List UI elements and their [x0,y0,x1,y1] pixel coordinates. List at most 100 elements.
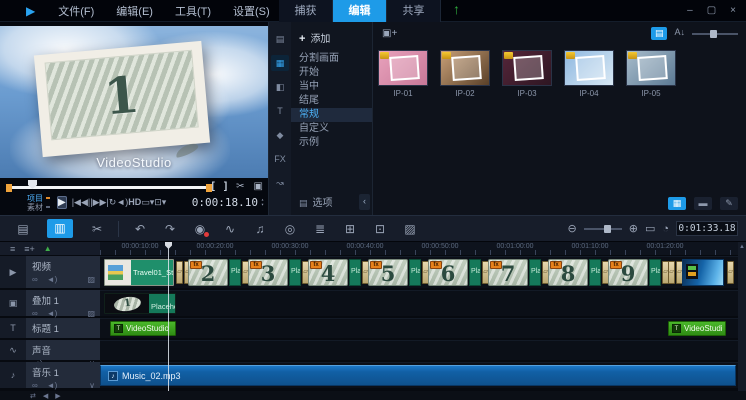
category-item[interactable]: 示例 [291,136,372,150]
thumbnail-size-slider[interactable] [692,33,738,35]
show-library-toggle[interactable]: ▦ [668,197,686,210]
auto-music-icon[interactable]: ♫ [245,219,275,239]
track-header-music[interactable]: ♪ 音乐 1∞◄)∨ [0,362,100,388]
previous-frame-button[interactable]: ◀| [81,197,90,207]
title-track-lane[interactable]: T VideoStudio T VideoStudio [100,318,738,338]
library-nav-graphic[interactable]: ◆ [271,127,289,143]
image-clip[interactable]: fx2 [188,259,228,286]
placeholder-strip[interactable]: Placeholder [469,259,481,286]
template-thumbnail[interactable]: IP-05 [626,50,676,98]
library-nav-instant-project[interactable]: ▦ [271,55,289,71]
image-clip[interactable]: fx4 [308,259,348,286]
preview-options-button[interactable]: ⊡▾ [154,197,166,207]
project-duration-timecode[interactable]: 0:01:33.18 [676,221,738,236]
ending-clip[interactable] [682,259,724,286]
vertical-scrollbar[interactable]: ▲ [738,242,746,391]
placeholder-strip[interactable]: Placeholder [289,259,301,286]
music-track-lane[interactable]: ♪ Music_02.mp3 [100,362,738,388]
show-options-toggle[interactable]: ▬ [694,197,712,210]
split-clip-icon[interactable]: ✂ [236,181,244,192]
track-waveform-icon[interactable]: ∨ [89,381,95,390]
maximize-button[interactable]: ▢ [707,0,716,22]
transition-icon[interactable]: ▱ [668,261,675,284]
mark-in-icon[interactable]: [ [211,181,214,192]
multi-trim-icon[interactable]: ✂ [82,219,112,239]
track-header-voice[interactable]: ∿ 声音◄)∨ [0,340,100,360]
menu-settings[interactable]: 设置(S) [222,3,281,19]
subtitle-editor-icon[interactable]: ≣ [305,219,335,239]
image-clip[interactable]: fx7 [488,259,528,286]
go-end-button[interactable]: ▶| [100,197,109,207]
menu-edit[interactable]: 编辑(E) [105,3,164,19]
library-nav-filter[interactable]: FX [271,151,289,167]
category-item[interactable]: 自定义 [291,122,372,136]
add-folder-icon[interactable]: ▣+ [382,28,397,39]
zoom-out-icon[interactable]: ⊖ [568,222,577,235]
trim-bar[interactable] [6,183,212,192]
redo-icon[interactable]: ↷ [155,219,185,239]
options-button[interactable]: ▤选项 [299,194,333,209]
template-thumbnail[interactable]: IP-01 [378,50,428,98]
voice-track-lane[interactable] [100,340,738,360]
library-nav-transition[interactable]: ◧ [271,79,289,95]
hd-preview-button[interactable]: HD [128,197,141,207]
track-transparency-icon[interactable]: ⊡ [365,219,395,239]
intro-clip[interactable]: Travel01_Start [104,259,174,286]
upgrade-arrow-icon[interactable]: ↑ [453,1,460,17]
undo-icon[interactable]: ↶ [125,219,155,239]
overlay-clip[interactable]: 1 Placeholder [104,293,176,314]
image-clip[interactable]: fx3 [248,259,288,286]
track-link-icon[interactable]: ∞ [32,309,38,318]
music-clip[interactable]: ♪ Music_02.mp3 [100,365,736,386]
ripple-edit-icon[interactable]: ▲ [44,244,52,253]
storyboard-view-icon[interactable]: ▤ [8,219,38,239]
transition-icon[interactable]: ▱ [176,261,183,284]
placeholder-strip[interactable]: Placeholder [409,259,421,286]
placeholder-strip[interactable]: Placeholder [649,259,661,286]
trim-bar-track[interactable] [11,186,207,189]
enlarge-preview-icon[interactable]: ▣ [254,181,263,192]
category-item[interactable]: 常规 [291,108,372,122]
zoom-in-icon[interactable]: ⊕ [629,222,638,235]
tab-share[interactable]: 共享 [387,0,441,22]
placeholder-strip[interactable]: Placeholder [529,259,541,286]
timeline-ruler[interactable]: 00:00:10:0000:00:20:0000:00:30:0000:00:4… [100,242,738,255]
library-nav-motion-path[interactable]: ↝ [271,175,289,191]
mode-project[interactable]: 项目 [27,194,57,203]
category-item[interactable]: 结尾 [291,94,372,108]
track-header-overlay[interactable]: ▣ 叠加 1∞◄)▨ [0,290,100,316]
mark-out-icon[interactable]: ] [224,181,227,192]
image-clip[interactable]: fx9 [608,259,648,286]
next-frame-button[interactable]: |▶ [90,197,99,207]
scroll-right-icon[interactable]: ▶ [55,392,60,400]
timeline-playhead[interactable] [168,242,169,391]
fit-timeline-icon[interactable]: ▭ [645,222,655,235]
template-thumbnail[interactable]: IP-04 [564,50,614,98]
record-capture-options-icon[interactable]: ◉ [185,219,215,239]
track-header-title[interactable]: T 标题 1∞ [0,318,100,338]
track-list-icon[interactable]: ≡ [10,244,15,254]
painting-creator-icon[interactable]: ▨ [395,219,425,239]
image-clip[interactable]: fx8 [548,259,588,286]
track-transparency-icon[interactable]: ▨ [87,309,95,318]
system-volume-button[interactable]: ◄) [116,197,128,207]
video-track-lane[interactable]: Travel01_Start▱▱fx2Placeholder▱fx3Placeh… [100,256,738,288]
split-screen-template-creator-icon[interactable]: ⊞ [335,219,365,239]
track-volume-icon[interactable]: ◄) [47,381,58,390]
placeholder-strip[interactable]: Placeholder [229,259,241,286]
track-link-icon[interactable]: ∞ [32,381,38,390]
tab-edit[interactable]: 编辑 [333,0,387,22]
track-volume-icon[interactable]: ◄) [47,309,58,318]
template-thumbnail[interactable]: IP-03 [502,50,552,98]
preview-timecode[interactable]: 0:00:18.10▴▾ [192,196,264,209]
menu-tools[interactable]: 工具(T) [164,3,222,19]
display-ratio-button[interactable]: ▭▾ [141,197,154,207]
play-button[interactable]: ▶ [57,196,67,209]
close-button[interactable]: × [730,0,736,22]
overlay-track-lane[interactable]: 1 Placeholder [100,290,738,316]
placeholder-strip[interactable]: Placeholder [589,259,601,286]
category-item[interactable]: 当中 [291,80,372,94]
go-start-button[interactable]: |◀ [72,197,81,207]
track-manager-icon[interactable]: ≡+ [24,244,35,254]
minimize-button[interactable]: – [687,0,693,22]
